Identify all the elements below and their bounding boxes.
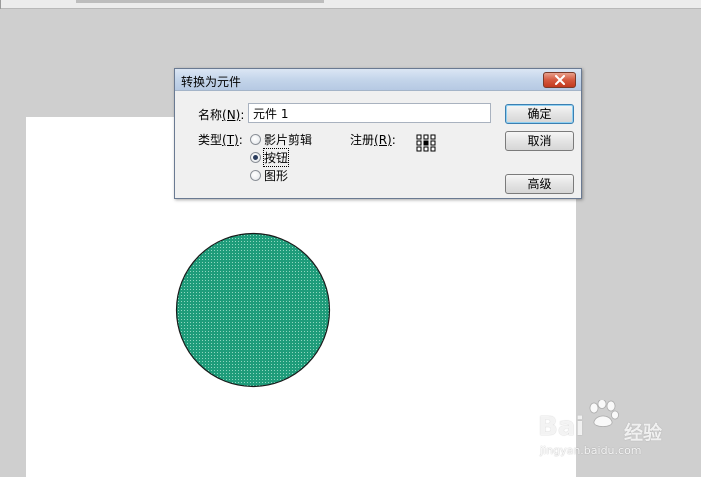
- name-label: 名称(N):: [198, 106, 244, 123]
- registration-label-hotkey: (R): [374, 133, 392, 147]
- radio-button[interactable]: [250, 152, 261, 163]
- circle-graphic[interactable]: [175, 232, 331, 388]
- type-label: 类型(T):: [198, 131, 243, 148]
- radio-movieclip[interactable]: [250, 134, 261, 145]
- type-label-hotkey: (T): [222, 133, 239, 147]
- registration-label-text: 注册: [350, 133, 375, 147]
- name-label-hotkey: (N): [222, 108, 241, 122]
- type-option-movieclip[interactable]: 影片剪辑: [250, 131, 312, 148]
- dialog-title: 转换为元件: [181, 75, 242, 89]
- convert-to-symbol-dialog: 转换为元件 名称(N): 类型(T): 影片剪辑 按钮 图形 注册(R):: [174, 68, 582, 199]
- registration-label-suffix: :: [391, 133, 396, 147]
- selected-circle-shape[interactable]: [175, 232, 331, 388]
- paw-icon: [589, 400, 619, 427]
- type-label-suffix: :: [238, 133, 243, 147]
- registration-point-grid-icon[interactable]: [416, 134, 436, 152]
- watermark-url: jingyan.baidu.com: [540, 444, 642, 457]
- baidu-jingyan-watermark: Bai 经验 jingyan.baidu.com: [536, 398, 686, 468]
- toolbar-tab-edge: [76, 0, 324, 3]
- watermark-brand: Bai: [538, 412, 585, 442]
- watermark-brand-suffix: 经验: [624, 422, 663, 444]
- registration-label: 注册(R):: [350, 131, 396, 148]
- ok-button[interactable]: 确定: [505, 104, 574, 124]
- close-button[interactable]: [543, 72, 576, 88]
- radio-graphic[interactable]: [250, 170, 261, 181]
- symbol-name-input[interactable]: [248, 103, 491, 123]
- name-label-suffix: :: [240, 108, 245, 122]
- cancel-button[interactable]: 取消: [505, 131, 574, 151]
- close-icon: [554, 75, 565, 85]
- toolbar-edge: [0, 0, 1, 9]
- type-option-graphic-label: 图形: [264, 169, 289, 183]
- name-label-text: 名称: [198, 108, 223, 122]
- type-option-movieclip-label: 影片剪辑: [264, 133, 313, 147]
- type-label-text: 类型: [198, 133, 223, 147]
- type-option-graphic[interactable]: 图形: [250, 167, 288, 184]
- top-toolbar-strip: [0, 0, 701, 9]
- type-option-button[interactable]: 按钮: [250, 148, 290, 167]
- advanced-button[interactable]: 高级: [505, 174, 574, 194]
- type-option-button-label: 按钮: [262, 148, 290, 167]
- dialog-titlebar[interactable]: 转换为元件: [175, 69, 581, 91]
